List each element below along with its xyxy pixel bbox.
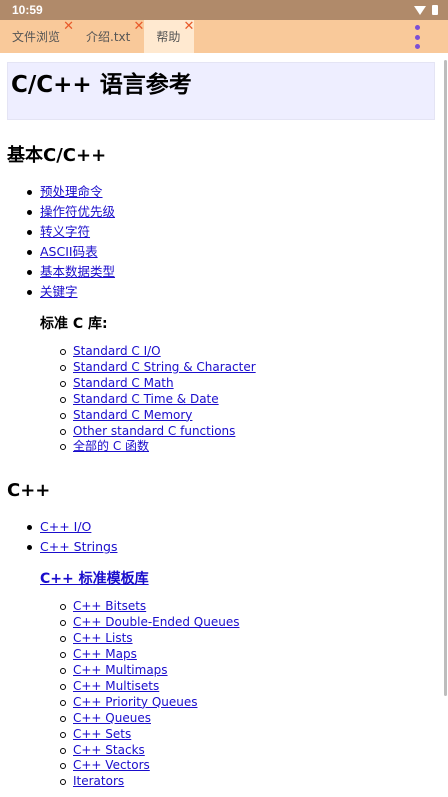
close-icon[interactable]: ✕ [183,20,194,33]
basic-link-list: 预处理命令 操作符优先级 转义字符 ASCII码表 基本数据类型 关键字 [7,182,435,302]
close-icon[interactable]: ✕ [63,20,74,33]
tab-help[interactable]: 帮助 ✕ [144,20,195,53]
list-item: Standard C I/O [60,344,435,360]
std-c-link-list: Standard C I/O Standard C String & Chara… [40,344,435,455]
link-cpp-multimaps[interactable]: C++ Multimaps [73,663,168,677]
list-item: 转义字符 [27,222,435,242]
list-item: 基本数据类型 [27,262,435,282]
link-ascii-table[interactable]: ASCII码表 [40,244,98,259]
stl-block: C++ 标准模板库 C++ Bitsets C++ Double-Ended Q… [7,569,435,790]
link-cpp-lists[interactable]: C++ Lists [73,631,133,645]
link-iterators[interactable]: Iterators [73,774,124,788]
link-keywords[interactable]: 关键字 [40,284,78,299]
scrollbar[interactable] [444,60,447,696]
list-item: C++ Vectors [60,758,435,774]
link-std-c-other[interactable]: Other standard C functions [73,424,235,438]
link-std-c-string[interactable]: Standard C String & Character [73,360,256,374]
list-item: C++ Strings [27,537,435,557]
list-item: C++ Bitsets [60,599,435,615]
list-item: Other standard C functions [60,424,435,440]
link-cpp-priority-queues[interactable]: C++ Priority Queues [73,695,198,709]
subheading-std-c: 标准 C 库: [40,316,108,332]
list-item: 全部的 C 函数 [60,439,435,455]
list-item: 关键字 [27,282,435,302]
link-stl[interactable]: C++ 标准模板库 [40,571,149,587]
link-data-types[interactable]: 基本数据类型 [40,264,115,279]
link-cpp-sets[interactable]: C++ Sets [73,727,131,741]
status-bar: 10:59 [0,0,448,20]
list-item: C++ Lists [60,631,435,647]
help-document[interactable]: C/C++ 语言参考 基本C/C++ 预处理命令 操作符优先级 转义字符 ASC… [0,53,442,797]
link-cpp-maps[interactable]: C++ Maps [73,647,137,661]
list-item: ASCII码表 [27,242,435,262]
tab-intro-txt[interactable]: 介绍.txt ✕ [74,20,144,53]
link-std-c-io[interactable]: Standard C I/O [73,344,161,358]
page-title: C/C++ 语言参考 [11,72,192,98]
link-std-c-memory[interactable]: Standard C Memory [73,408,192,422]
status-time: 10:59 [12,3,43,17]
link-std-c-math[interactable]: Standard C Math [73,376,174,390]
list-item: C++ Queues [60,711,435,727]
std-c-library-block: 标准 C 库: Standard C I/O Standard C String… [7,314,435,455]
link-operator-precedence[interactable]: 操作符优先级 [40,204,115,219]
stl-link-list: C++ Bitsets C++ Double-Ended Queues C++ … [40,599,435,790]
section-heading-cpp: C++ [7,480,51,502]
link-cpp-vectors[interactable]: C++ Vectors [73,758,150,772]
link-all-c-functions[interactable]: 全部的 C 函数 [73,439,149,453]
link-cpp-multisets[interactable]: C++ Multisets [73,679,159,693]
list-item: Iterators [60,774,435,790]
link-cpp-queues[interactable]: C++ Queues [73,711,151,725]
link-std-c-time[interactable]: Standard C Time & Date [73,392,219,406]
stl-heading-container: C++ 标准模板库 [40,569,435,589]
link-cpp-io[interactable]: C++ I/O [40,519,91,534]
status-icons [414,5,438,15]
link-cpp-bitsets[interactable]: C++ Bitsets [73,599,146,613]
tab-label: 介绍.txt [86,30,131,44]
list-item: 预处理命令 [27,182,435,202]
tab-label: 文件浏览 [12,30,61,44]
list-item: Standard C Time & Date [60,392,435,408]
list-item: C++ I/O [27,517,435,537]
list-item: Standard C Math [60,376,435,392]
tab-bar: 文件浏览 ✕ 介绍.txt ✕ 帮助 ✕ [0,20,448,53]
list-item: Standard C String & Character [60,360,435,376]
list-item: 操作符优先级 [27,202,435,222]
link-cpp-deques[interactable]: C++ Double-Ended Queues [73,615,239,629]
list-item: Standard C Memory [60,408,435,424]
wifi-icon [414,5,426,15]
list-item: C++ Stacks [60,743,435,759]
link-cpp-stacks[interactable]: C++ Stacks [73,743,145,757]
section-heading-basic: 基本C/C++ [7,145,107,166]
list-item: C++ Sets [60,727,435,743]
more-vert-icon[interactable] [412,25,422,49]
link-preprocessor[interactable]: 预处理命令 [40,184,103,199]
list-item: C++ Multisets [60,679,435,695]
list-item: C++ Maps [60,647,435,663]
battery-icon [432,5,438,15]
link-escape-chars[interactable]: 转义字符 [40,224,90,239]
cpp-link-list: C++ I/O C++ Strings [7,517,435,557]
close-icon[interactable]: ✕ [133,20,144,33]
list-item: C++ Multimaps [60,663,435,679]
list-item: C++ Double-Ended Queues [60,615,435,631]
page-title-box: C/C++ 语言参考 [7,62,435,120]
link-cpp-strings[interactable]: C++ Strings [40,539,117,554]
tab-file-browser[interactable]: 文件浏览 ✕ [0,20,74,53]
list-item: C++ Priority Queues [60,695,435,711]
tab-label: 帮助 [156,30,181,44]
